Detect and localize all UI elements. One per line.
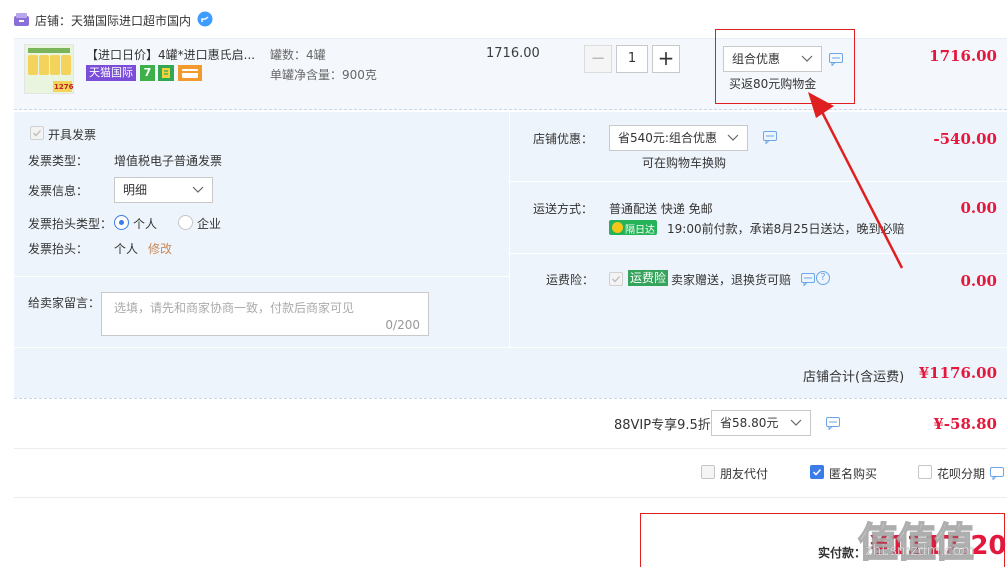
- chat-icon[interactable]: [990, 467, 1004, 480]
- invoice-info-label: 发票信息：: [28, 184, 89, 198]
- chevron-down-icon: [727, 134, 739, 141]
- vip-label: 88VIP专享9.5折: [614, 418, 711, 433]
- chevron-down-icon: [790, 419, 802, 426]
- vip-select-value: 省58.80元: [720, 416, 779, 430]
- product-total: 1716.00: [929, 47, 997, 65]
- huabei-label[interactable]: 花呗分期: [937, 465, 985, 482]
- invoice-header-label: 发票抬头：: [28, 242, 89, 256]
- watermark-url: zhi.smzdm.com: [865, 543, 975, 560]
- invoice-edit-link[interactable]: 修改: [148, 240, 172, 257]
- insurance-amount: 0.00: [960, 272, 997, 290]
- message-textarea[interactable]: 选填，请先和商家协商一致，付款后商家可见 0/200: [101, 292, 429, 336]
- tmall-intl-badge: 天猫国际: [86, 65, 136, 81]
- anonymous-label[interactable]: 匿名购买: [829, 465, 877, 482]
- discount-note: 可在购物车换购: [642, 156, 727, 170]
- insurance-label: 运费险：: [546, 273, 595, 287]
- invoice-header-value: 个人: [114, 242, 139, 256]
- invoice-type-value: 增值税电子普通发票: [114, 154, 223, 168]
- message-counter: 0/200: [385, 318, 420, 332]
- product-title[interactable]: 【进口日价】4罐*进口惠氏启...: [86, 46, 255, 63]
- shipping-method: 普通配送 快递 免邮: [609, 202, 713, 216]
- vip-amount: ¥-58.80: [933, 415, 997, 433]
- message-label: 给卖家留言：: [28, 296, 101, 310]
- spec-weight: 单罐净含量：900克: [270, 68, 377, 82]
- quantity-input[interactable]: 1: [616, 45, 648, 73]
- friend-pay-label[interactable]: 朋友代付: [720, 465, 768, 482]
- guarantee-badge-icon: [158, 65, 174, 81]
- shipping-label: 运送方式：: [533, 202, 594, 216]
- quantity-minus-button[interactable]: −: [584, 45, 612, 73]
- discount-amount: -540.00: [933, 130, 997, 148]
- divider: [14, 448, 1007, 449]
- huabei-checkbox[interactable]: [918, 465, 932, 479]
- store-total-label: 店铺合计(含运费): [803, 370, 905, 385]
- vip-select[interactable]: 省58.80元: [711, 410, 811, 436]
- store-prefix: 店铺：: [35, 14, 72, 28]
- invoice-checkbox[interactable]: [30, 126, 44, 140]
- chat-icon[interactable]: [826, 417, 840, 430]
- shipping-amount: 0.00: [960, 199, 997, 217]
- annotation-arrow: [808, 92, 904, 269]
- panel-divider-bottom: [14, 347, 1007, 348]
- radio-company[interactable]: [178, 215, 193, 230]
- quantity-plus-button[interactable]: +: [652, 45, 680, 73]
- radio-company-label[interactable]: 企业: [197, 215, 221, 232]
- store-total-amount: ¥1176.00: [918, 364, 997, 382]
- panel-divider-vertical: [509, 112, 510, 347]
- insurance-tag: 运费险: [628, 270, 669, 286]
- unit-price: 1716.00: [486, 46, 540, 61]
- spec-count: 罐数：4罐: [270, 48, 326, 62]
- message-placeholder: 选填，请先和商家协商一致，付款后商家可见: [114, 301, 355, 315]
- discount-select-value: 省540元:组合优惠: [618, 131, 717, 145]
- chevron-down-icon: [192, 186, 204, 193]
- invoice-type-label: 发票类型：: [28, 154, 89, 168]
- divider: [14, 398, 1007, 399]
- thumbnail-price: 1276: [54, 83, 74, 91]
- invoice-info-value: 明细: [123, 183, 148, 197]
- invoice-info-select[interactable]: 明细: [114, 177, 213, 203]
- next-day-badge: 隔日达: [609, 220, 657, 236]
- shop-icon: [14, 13, 29, 26]
- store-header: 店铺： 天猫国际进口超市国内: [14, 11, 274, 30]
- friend-pay-checkbox[interactable]: [701, 465, 715, 479]
- insurance-desc: 卖家赠送，退换货可赔: [671, 273, 792, 287]
- invoice-header-type-label: 发票抬头类型：: [28, 217, 113, 231]
- radio-personal-label[interactable]: 个人: [133, 215, 157, 232]
- help-icon[interactable]: ?: [816, 271, 830, 285]
- anonymous-checkbox[interactable]: [810, 465, 824, 479]
- invoice-open-label: 开具发票: [48, 128, 97, 142]
- insurance-checkbox: [609, 272, 623, 286]
- quantity-stepper: − 1 +: [584, 45, 681, 73]
- product-thumbnail[interactable]: 1276: [24, 44, 74, 94]
- divider: [14, 497, 1007, 498]
- discount-select[interactable]: 省540元:组合优惠: [609, 125, 748, 151]
- chat-icon[interactable]: [801, 273, 815, 286]
- discount-label: 店铺优惠：: [533, 132, 594, 146]
- chat-icon[interactable]: [763, 131, 777, 144]
- chat-bubble-icon[interactable]: [197, 11, 213, 27]
- store-name[interactable]: 天猫国际进口超市国内: [71, 12, 191, 29]
- panel-divider-right-2: [510, 253, 1007, 254]
- panel-divider-right-1: [510, 181, 1007, 182]
- lightning-icon: [612, 222, 623, 233]
- radio-personal[interactable]: [114, 215, 129, 230]
- next-day-badge-label: 隔日达: [625, 225, 655, 236]
- panel-divider-left: [14, 276, 509, 277]
- seven-day-return-badge: 7: [140, 65, 155, 81]
- credit-card-badge-icon: [178, 65, 202, 81]
